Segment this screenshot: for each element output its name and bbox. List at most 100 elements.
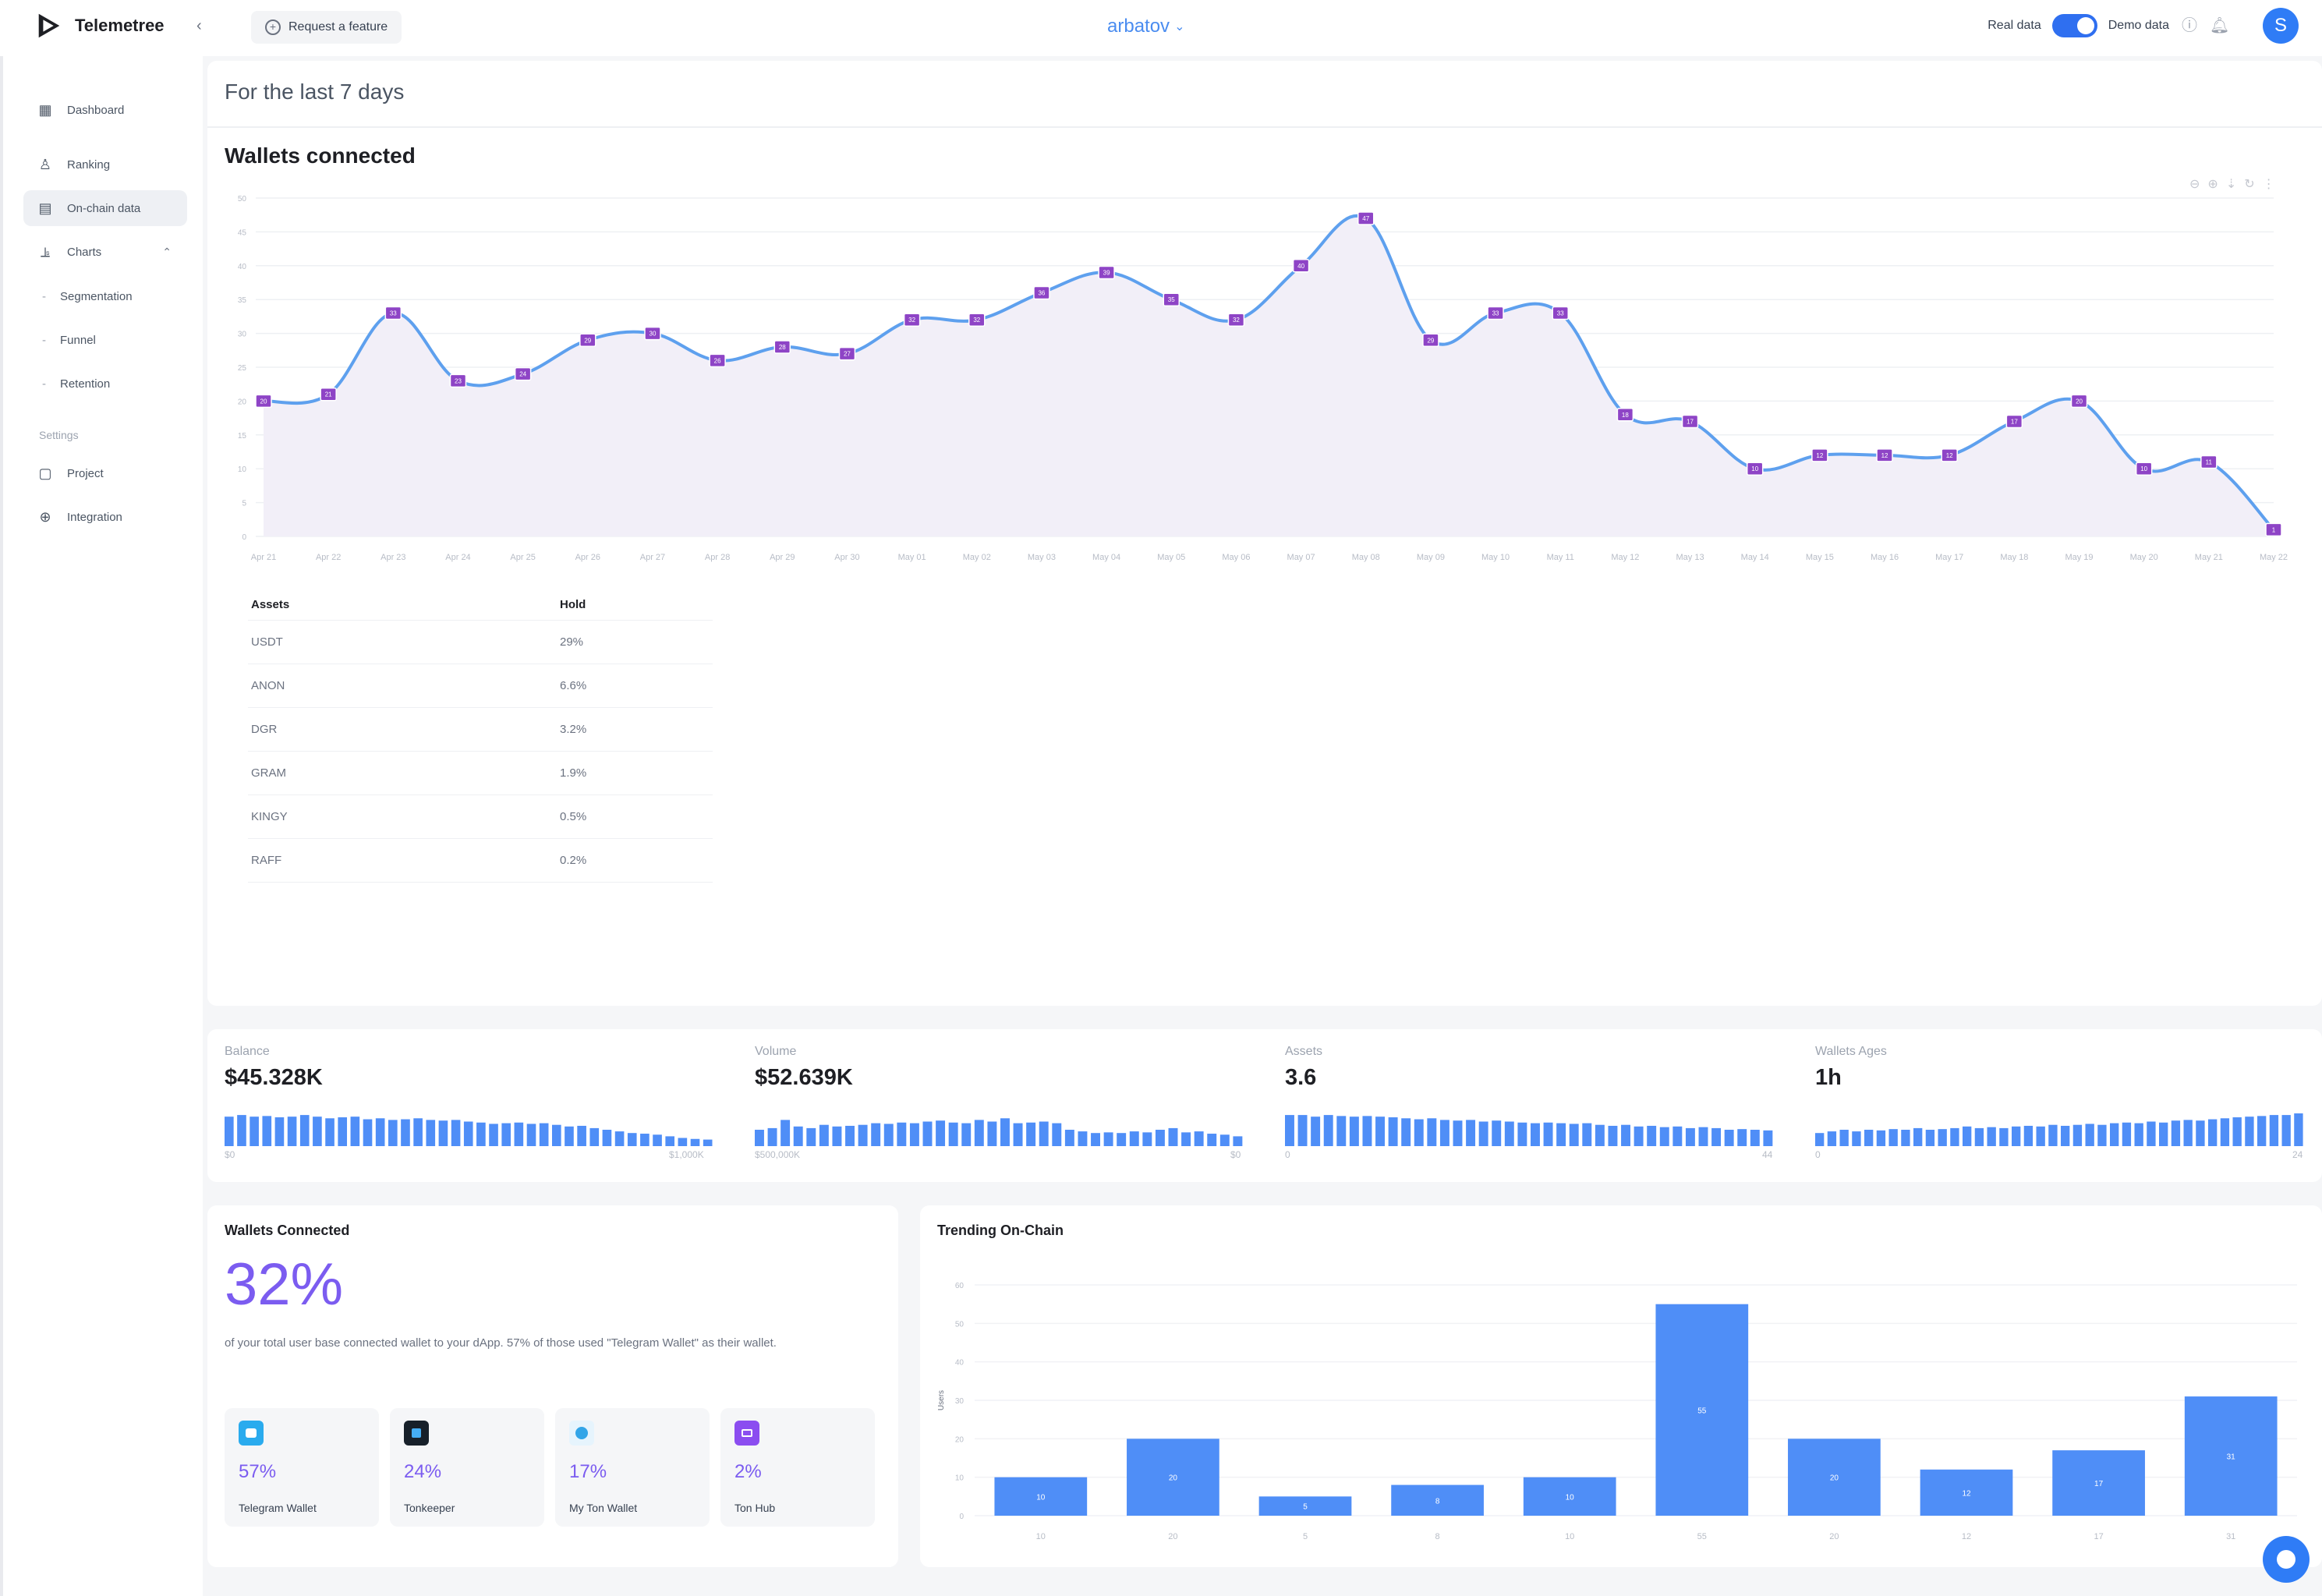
table-row: GRAM 1.9% [248,752,713,795]
mini-bar [1219,1134,1230,1146]
mini-bar [2048,1124,2058,1146]
data-label: 17 [1687,418,1694,425]
y-tick-label: 10 [238,465,247,474]
table-row: KINGY 0.5% [248,795,713,839]
mini-bar [1888,1129,1898,1146]
x-tick-label: 31 [2226,1532,2235,1541]
mini-bar [1974,1127,1984,1146]
data-label: 39 [1103,269,1110,276]
asset-name: GRAM [251,766,286,780]
grid-icon: ▦ [38,102,52,118]
data-mode-toggle[interactable] [2051,14,2097,37]
data-label: 33 [1557,310,1564,317]
mini-bar [1129,1131,1139,1146]
data-label: 29 [584,337,591,344]
mini-bar [1233,1136,1243,1146]
avatar[interactable]: S [2263,8,2299,44]
sidebar-item-integration[interactable]: ⊕ Integration [23,499,187,535]
stat-axis-min: $0 [225,1149,235,1160]
data-label: 12 [1946,452,1953,459]
stat-wallets-ages: Wallets Ages 1h [1815,1045,1887,1091]
assets-distribution-bars [1285,1115,1773,1146]
x-tick-label: May 14 [1741,553,1769,562]
request-feature-button[interactable]: + Request a feature [251,11,402,44]
mini-bar [1026,1122,1036,1146]
mini-bar [2159,1122,2168,1146]
data-label: 1 [2272,526,2276,533]
bar-value-label: 8 [1435,1497,1440,1506]
mini-bar [1595,1124,1605,1146]
sidebar-item-ranking[interactable]: ♙ Ranking [23,147,187,182]
mini-bar [987,1121,997,1146]
project-selector[interactable]: arbatov ⌄ [1107,16,1184,37]
stat-volume: Volume $52.639K [755,1045,853,1091]
stat-axis-min: 0 [1285,1149,1290,1160]
chat-support-button[interactable] [2263,1536,2310,1583]
tonkeeper-icon [404,1421,429,1446]
sidebar-item-label: Project [67,466,104,480]
stat-axis-max: 24 [2292,1149,2303,1160]
table-header: Assets Hold [248,589,713,621]
sidebar-item-label: Ranking [67,157,111,172]
mini-bar [2110,1123,2119,1146]
data-label: 10 [1751,465,1758,472]
mini-bar [1827,1131,1837,1146]
sidebar-item-charts[interactable]: ⫡ Charts ⌃ [23,234,187,270]
y-tick-label: 15 [238,432,247,441]
mini-bar [1478,1121,1488,1146]
y-tick-label: 45 [238,228,247,237]
stat-value: 3.6 [1285,1065,1317,1090]
mini-bar [1852,1131,1861,1146]
mini-bar [225,1116,234,1146]
mini-bar [299,1115,310,1146]
data-label: 12 [1881,452,1888,459]
mini-bar [363,1119,373,1146]
sidebar: ▦ Dashboard ♙ Ranking ▤ On-chain data ⫡ … [0,56,203,1596]
mini-bar [2294,1113,2303,1146]
x-tick-label: 8 [1435,1532,1440,1541]
mini-bar [2072,1124,2083,1146]
y-tick-label: 40 [238,263,247,271]
mini-bar [476,1122,486,1146]
sidebar-item-funnel[interactable]: - Funnel [23,323,187,357]
wallet-card-telegram: 57% Telegram Wallet [225,1408,379,1527]
mini-bar [1453,1120,1463,1146]
table-row: USDT 29% [248,621,713,664]
settings-section-label: Settings [39,429,79,441]
wallet-card-mytonwallet: 17% My Ton Wallet [555,1408,710,1527]
help-icon[interactable]: ⓘ [2180,16,2199,35]
asset-name: RAFF [251,854,282,867]
bar-value-label: 10 [1566,1493,1575,1502]
x-tick-label: 10 [1036,1532,1046,1541]
mini-bar [2097,1124,2107,1146]
mini-bar [1388,1117,1398,1146]
period-label: For the last 7 days [225,80,405,104]
collapse-sidebar-icon[interactable]: ‹ [196,17,202,35]
mini-bar [338,1117,348,1146]
y-tick-label: 20 [238,398,247,406]
sidebar-item-retention[interactable]: - Retention [23,366,187,401]
mini-bar [1000,1118,1010,1146]
mini-bar [1963,1126,1972,1146]
bell-icon[interactable]: 🔔︎ [2210,16,2229,35]
y-tick-label: 40 [955,1359,965,1368]
sidebar-item-project[interactable]: ▢ Project [23,455,187,491]
sidebar-item-on-chain-data[interactable]: ▤ On-chain data [23,190,187,226]
mini-bar [2122,1122,2132,1146]
mini-bar [1323,1115,1333,1146]
logo[interactable]: Telemetree [34,11,165,41]
bar-value-label: 31 [2227,1453,2236,1462]
sidebar-item-segmentation[interactable]: - Segmentation [23,279,187,313]
sidebar-item-dashboard[interactable]: ▦ Dashboard [23,92,187,128]
x-tick-label: 17 [2094,1532,2103,1541]
x-tick-label: May 04 [1092,553,1120,562]
divider [207,126,2322,128]
mini-bar [1297,1115,1308,1146]
mini-bar [883,1124,894,1146]
mini-bar [1142,1132,1152,1146]
mini-bar [388,1120,398,1146]
balance-distribution-bars [225,1115,713,1146]
stat-value: $45.328K [225,1065,323,1090]
mini-bar [653,1134,662,1146]
chevron-up-icon: ⌃ [162,245,172,258]
